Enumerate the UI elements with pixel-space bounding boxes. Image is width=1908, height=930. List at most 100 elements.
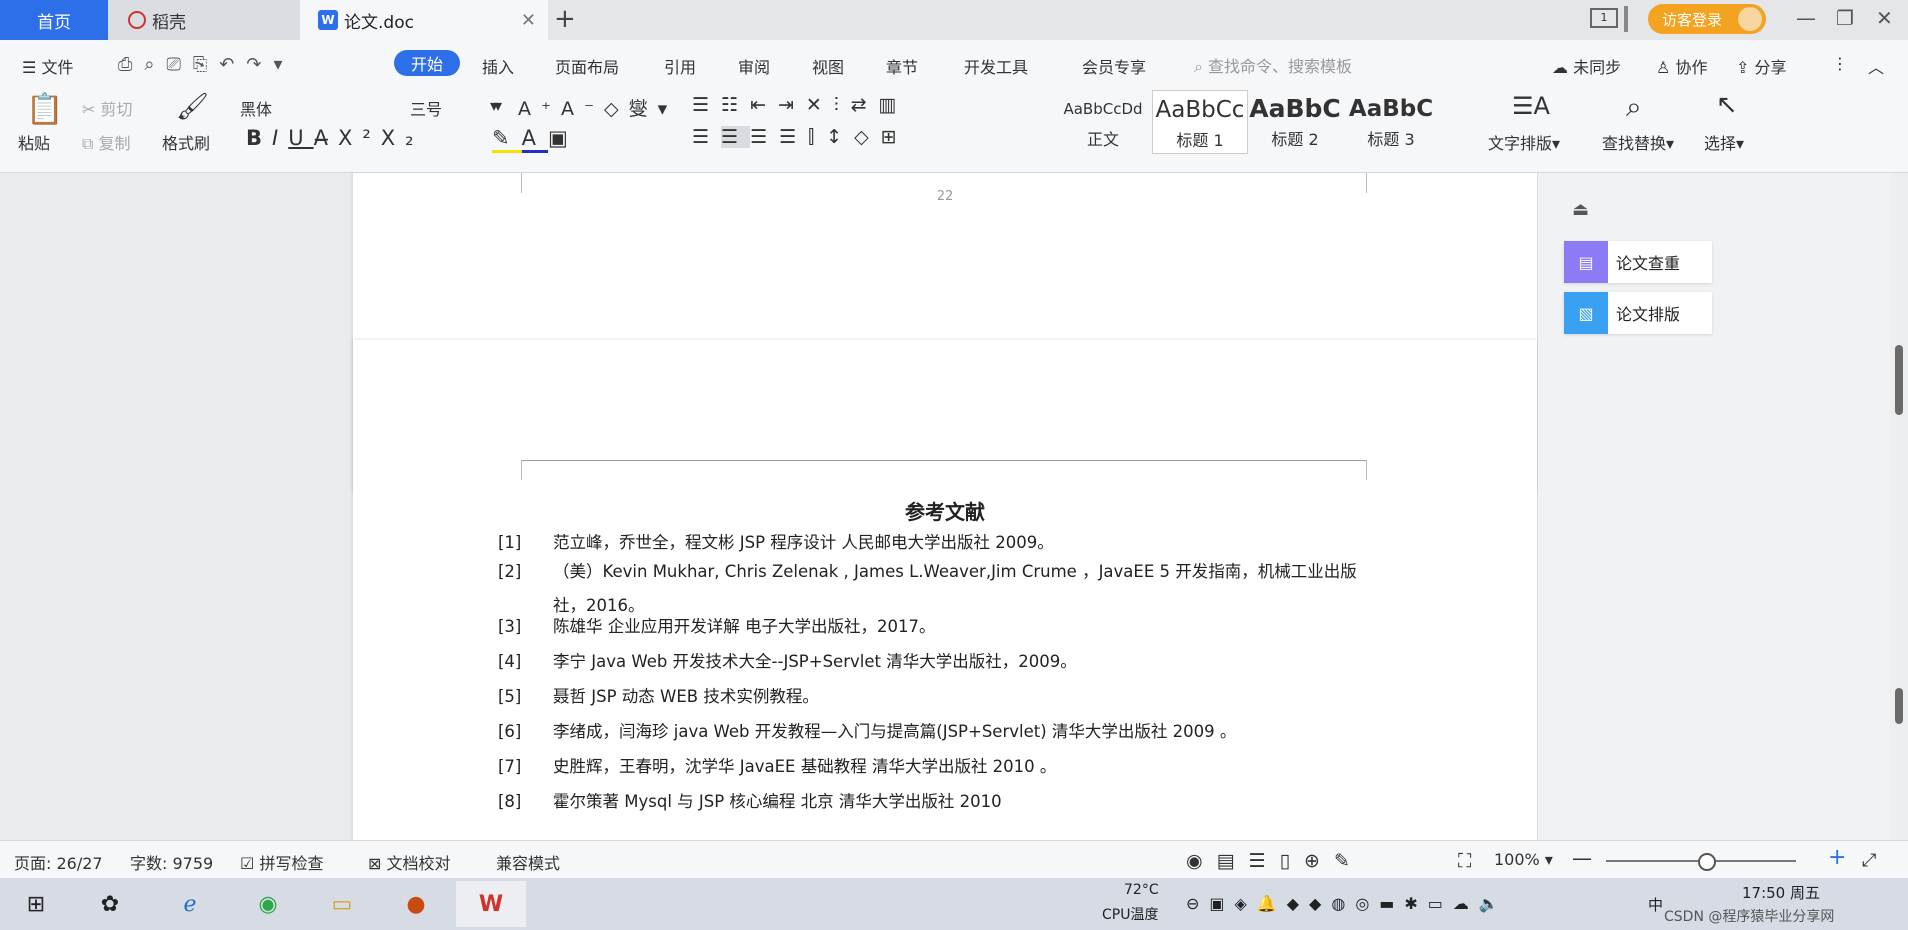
- visitor-login-button[interactable]: 访客登录: [1648, 4, 1766, 34]
- sync-status[interactable]: ☁ 未同步: [1552, 54, 1621, 78]
- view-mode-icons[interactable]: ◉▤☰▯⊕✎: [1186, 850, 1364, 872]
- font-size-value: 三号: [410, 100, 443, 119]
- page-indicator[interactable]: 页面: 26/27: [14, 850, 103, 874]
- collapse-ribbon-icon[interactable]: ︿: [1868, 54, 1884, 78]
- fullscreen-icon[interactable]: ⤢: [1862, 850, 1876, 871]
- search-icon[interactable]: ⌕: [1626, 90, 1642, 124]
- word-count[interactable]: 字数: 9759: [130, 850, 213, 874]
- paragraph-tools[interactable]: ☰☷⇤⇥✕⫶⇄▥: [692, 94, 908, 116]
- menu-insert[interactable]: 插入: [482, 54, 514, 78]
- restore-icon[interactable]: ❐: [1836, 6, 1854, 30]
- page-current[interactable]: 参考文献 [1] 范立峰，乔世全，程文彬 JSP 程序设计 人民邮电大学出版社 2…: [353, 340, 1537, 840]
- close-window-icon[interactable]: ✕: [1876, 6, 1893, 30]
- command-search[interactable]: ⌕ 查找命令、搜索模板: [1194, 53, 1352, 77]
- media-icon[interactable]: ●: [390, 886, 442, 922]
- thesis-check-button[interactable]: ▤ 论文查重: [1564, 241, 1712, 283]
- reference-text: 陈雄华 企业应用开发详解 电子大学出版社，2017。: [553, 617, 936, 636]
- format-painter-icon[interactable]: 🖌: [176, 92, 209, 122]
- close-tab-icon[interactable]: ✕: [521, 10, 536, 31]
- wps-taskbar-icon[interactable]: W: [456, 881, 526, 927]
- tab-document[interactable]: W 论文.doc ✕: [300, 0, 548, 40]
- file-menu[interactable]: ☰ 文件: [22, 54, 73, 78]
- menu-references[interactable]: 引用: [664, 54, 696, 78]
- alignment-tools[interactable]: ☰☰☰☰⫿↕◇⊞: [692, 126, 909, 148]
- chevron-down-icon: ▾: [493, 96, 502, 115]
- format-painter-button[interactable]: 格式刷: [162, 130, 210, 154]
- ie-icon[interactable]: ℯ: [164, 886, 216, 922]
- style-normal[interactable]: AaBbCcDd 正文: [1056, 90, 1150, 152]
- find-replace-button[interactable]: 查找替换▾: [1602, 130, 1674, 154]
- cut-button[interactable]: ✂ 剪切: [82, 96, 133, 120]
- reference-item: [3] 陈雄华 企业应用开发详解 电子大学出版社，2017。: [498, 610, 1378, 644]
- reference-item: [4] 李宁 Java Web 开发技术大全--JSP+Servlet 清华大学出…: [498, 645, 1378, 679]
- docer-icon: [128, 11, 146, 29]
- font-name-value: 黑体: [240, 100, 273, 119]
- thesis-layout-label: 论文排版: [1616, 305, 1681, 324]
- divider: [1624, 6, 1628, 32]
- style-heading-2[interactable]: AaBbC 标题 2: [1248, 90, 1342, 152]
- browser-icon[interactable]: ◉: [242, 886, 294, 922]
- scroll-thumb[interactable]: [1895, 345, 1903, 415]
- collab-button[interactable]: ♙ 协作: [1656, 54, 1707, 78]
- minimize-icon[interactable]: —: [1796, 6, 1816, 30]
- zoom-level[interactable]: 100% ▾: [1494, 850, 1553, 869]
- menu-developer[interactable]: 开发工具: [964, 54, 1028, 78]
- menu-start[interactable]: 开始: [394, 50, 460, 76]
- zoom-level-value: 100%: [1494, 850, 1540, 869]
- fit-page-icon[interactable]: ⛶: [1458, 850, 1471, 872]
- reference-number: [4]: [498, 652, 522, 671]
- select-button[interactable]: 选择▾: [1704, 130, 1744, 154]
- text-format-tools[interactable]: BIUA̶X²X₂: [246, 126, 424, 150]
- new-tab-button[interactable]: +: [554, 4, 576, 34]
- menu-start-label: 开始: [410, 55, 443, 74]
- sync-label: 未同步: [1573, 58, 1622, 77]
- more-icon[interactable]: ⋮: [1832, 54, 1848, 73]
- menu-member[interactable]: 会员专享: [1082, 54, 1146, 78]
- proofread-button[interactable]: ⊠ 文档校对: [368, 850, 451, 874]
- tab-docer[interactable]: 稻壳: [108, 0, 300, 40]
- font-size-select[interactable]: 三号 ▾: [410, 96, 506, 120]
- copy-button[interactable]: ⧉ 复制: [82, 130, 131, 154]
- zoom-out-icon[interactable]: —: [1572, 846, 1592, 870]
- menu-chapter[interactable]: 章节: [886, 54, 918, 78]
- explorer-icon[interactable]: ▭: [316, 886, 368, 922]
- reference-text: 史胜辉，王春明，沈学华 JavaEE 基础教程 清华大学出版社 2010 。: [553, 757, 1057, 776]
- zoom-slider-handle[interactable]: [1698, 853, 1716, 871]
- text-layout-icon[interactable]: ☰A: [1512, 92, 1550, 120]
- share-button[interactable]: ⇪ 分享: [1736, 54, 1787, 78]
- clock[interactable]: 17:50 周五: [1742, 882, 1820, 903]
- status-bar: 页面: 26/27 字数: 9759 ☑ 拼写检查 ⊠ 文档校对 兼容模式 ◉▤…: [0, 840, 1908, 879]
- ime-indicator[interactable]: 中: [1648, 894, 1663, 915]
- collapse-panel-icon[interactable]: ⏏: [1572, 199, 1589, 220]
- menu-view[interactable]: 视图: [812, 54, 844, 78]
- vertical-scrollbar[interactable]: [1890, 173, 1908, 840]
- spell-check-button[interactable]: ☑ 拼写检查: [240, 850, 323, 874]
- font-tools[interactable]: A⁺A⁻◇燮▾: [518, 94, 677, 121]
- color-tools[interactable]: ✎A▣: [492, 126, 580, 153]
- tray-icons[interactable]: ⊖▣◈🔔◆◆◍◎▬✱▭☁🔈: [1186, 894, 1509, 913]
- copy-label: 复制: [98, 134, 131, 153]
- style-heading-1[interactable]: AaBbCc 标题 1: [1152, 90, 1248, 154]
- paste-button[interactable]: 粘贴: [18, 130, 50, 154]
- tab-home[interactable]: 首页: [0, 0, 108, 40]
- scroll-thumb-secondary[interactable]: [1895, 688, 1903, 724]
- quick-access-icons[interactable]: ⎙⌕⎚⎘↶↷▾: [118, 54, 294, 75]
- menu-review[interactable]: 审阅: [738, 54, 770, 78]
- thesis-layout-button[interactable]: ▧ 论文排版: [1564, 292, 1712, 334]
- reference-number: [5]: [498, 687, 522, 706]
- cursor-icon[interactable]: ↖: [1716, 90, 1738, 120]
- style-heading-3[interactable]: AaBbC 标题 3: [1344, 90, 1438, 152]
- spell-check-label: 拼写检查: [259, 854, 324, 873]
- cut-label: 剪切: [100, 100, 133, 119]
- paste-icon[interactable]: 📋: [26, 92, 63, 127]
- tab-docer-label: 稻壳: [152, 12, 186, 33]
- windows-start-icon[interactable]: ⊞: [10, 886, 62, 922]
- reference-number: [8]: [498, 792, 522, 811]
- page-count-icon[interactable]: 1: [1590, 8, 1618, 28]
- text-layout-button[interactable]: 文字排版▾: [1488, 130, 1560, 154]
- menu-page-layout[interactable]: 页面布局: [555, 54, 619, 78]
- references-heading: 参考文献: [905, 500, 985, 524]
- app-icon[interactable]: ✿: [84, 886, 136, 922]
- zoom-in-icon[interactable]: +: [1828, 845, 1846, 870]
- style-normal-name: 正文: [1086, 130, 1119, 149]
